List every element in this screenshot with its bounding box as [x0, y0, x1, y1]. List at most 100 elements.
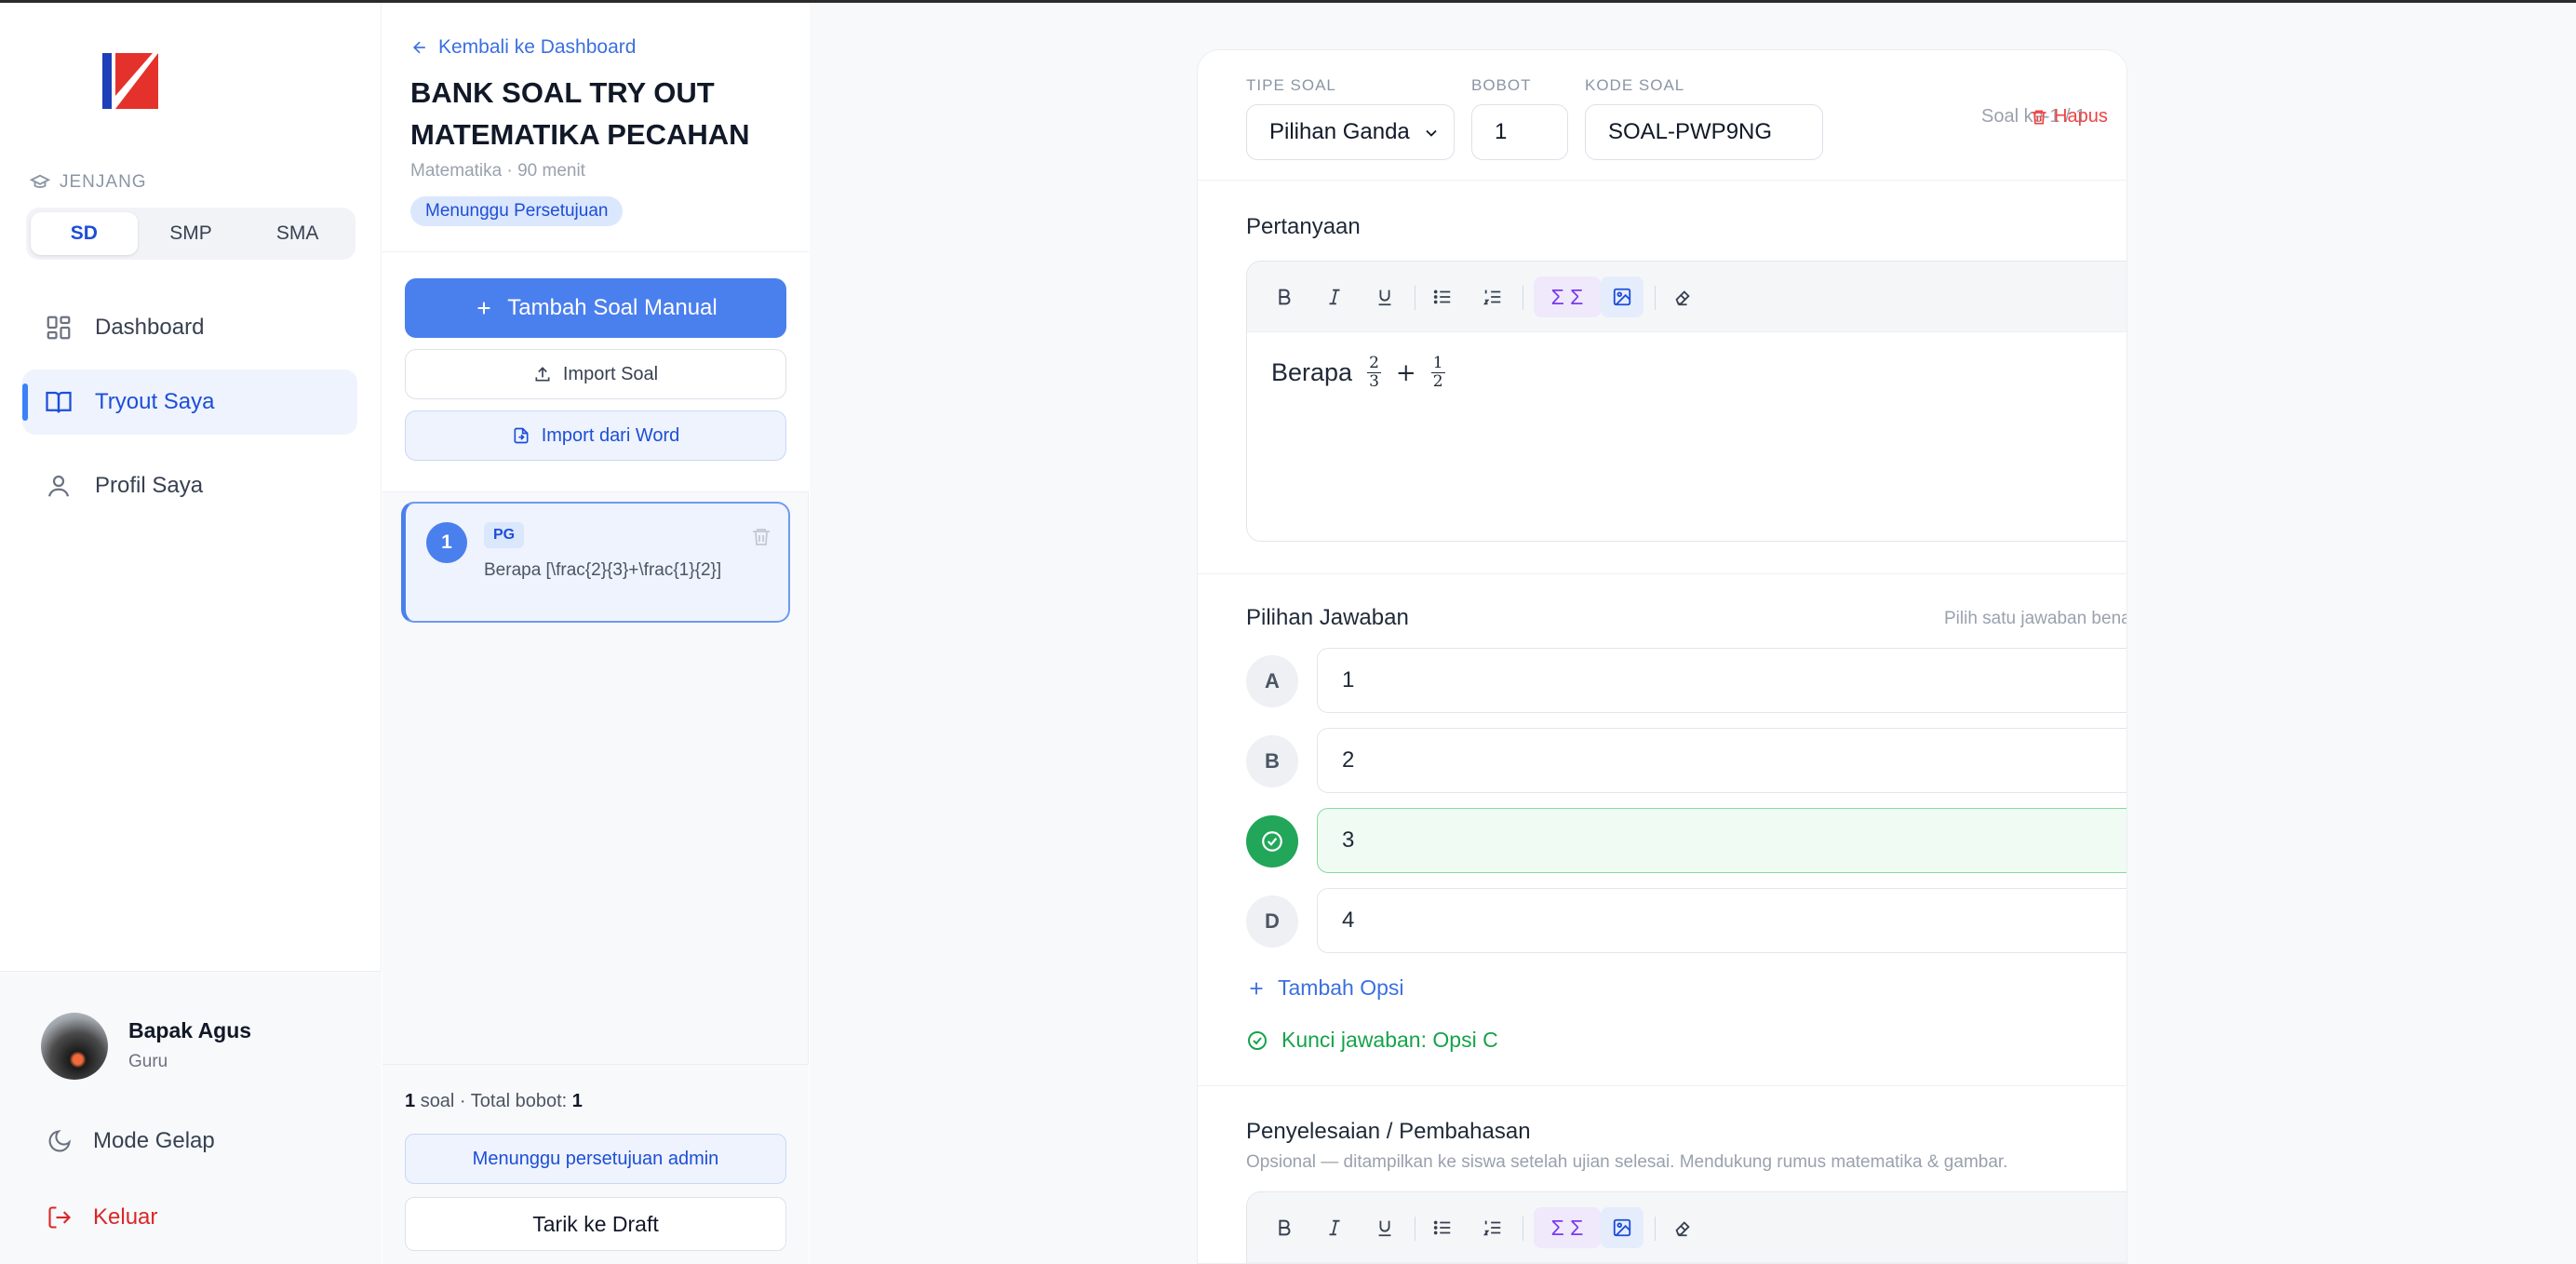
sidebar-footer: Bapak Agus Guru Mode Gelap Keluar: [0, 971, 382, 1264]
underline-button[interactable]: [1368, 1211, 1402, 1244]
import-from-word-button[interactable]: Import dari Word: [405, 410, 786, 461]
moon-icon: [48, 1130, 71, 1152]
chevron-down-icon: [1426, 129, 1437, 137]
italic-icon: [1329, 289, 1340, 305]
option-input-d[interactable]: 4: [1317, 888, 2127, 953]
eraser-icon: [1675, 1221, 1690, 1237]
app-logo[interactable]: [99, 49, 162, 113]
question-preview-text: Berapa [\frac{2}{3}+\frac{1}{2}]: [484, 560, 722, 580]
weight-input[interactable]: 1: [1471, 104, 1568, 160]
numbered-list-button[interactable]: [1476, 280, 1509, 314]
panel-actions: Tambah Soal Manual Import Soal Import da…: [382, 252, 809, 492]
user-role: Guru: [128, 1052, 168, 1071]
graduation-cap-icon: [30, 174, 50, 188]
add-manual-question-button[interactable]: Tambah Soal Manual: [405, 278, 786, 338]
question-code-input[interactable]: SOAL-PWP9NG: [1585, 104, 1823, 160]
question-section-title: Pertanyaan: [1246, 214, 1361, 239]
main-content: TIPE SOAL Pilihan Ganda BOBOT 1 KODE SOA…: [810, 3, 2576, 1264]
option-input-b[interactable]: 2: [1317, 728, 2127, 793]
math-formula-button[interactable]: Σ Σ: [1534, 276, 1601, 317]
level-smp[interactable]: SMP: [138, 212, 245, 255]
answer-key-info: Kunci jawaban: Opsi C: [1246, 1028, 1498, 1053]
trash-icon: [2032, 110, 2046, 124]
clear-format-button[interactable]: [1666, 1211, 1699, 1244]
clear-format-button[interactable]: [1666, 280, 1699, 314]
bullet-list-icon: [1433, 289, 1451, 304]
nav-dashboard[interactable]: Dashboard: [22, 295, 357, 360]
question-list-item[interactable]: 1 PG Berapa [\frac{2}{3}+\frac{1}{2}]: [401, 502, 790, 623]
option-letter-b[interactable]: B: [1246, 735, 1298, 787]
insert-image-button[interactable]: [1601, 276, 1644, 317]
numbered-list-button[interactable]: [1476, 1211, 1509, 1244]
logout-button[interactable]: Keluar: [47, 1204, 157, 1230]
bobot-label: BOBOT: [1471, 76, 1532, 94]
italic-button[interactable]: [1318, 280, 1351, 314]
math-formula-button[interactable]: Σ Σ: [1534, 1207, 1601, 1248]
file-import-icon: [514, 427, 529, 444]
numbered-list-icon: [1483, 289, 1501, 305]
image-icon: [1613, 1218, 1631, 1237]
option-input-c[interactable]: 3: [1317, 808, 2127, 873]
dark-mode-toggle[interactable]: Mode Gelap: [47, 1128, 215, 1154]
panel-header: Kembali ke Dashboard BANK SOAL TRY OUT M…: [382, 3, 809, 252]
grid-icon: [47, 316, 71, 340]
arrow-left-icon: [412, 41, 425, 54]
question-list-panel: Kembali ke Dashboard BANK SOAL TRY OUT M…: [382, 3, 809, 1264]
fraction: 12: [1430, 354, 1445, 391]
option-input-a[interactable]: 1: [1317, 648, 2127, 713]
option-letter-d[interactable]: D: [1246, 895, 1298, 948]
trash-icon[interactable]: [750, 526, 772, 548]
page-title: BANK SOAL TRY OUT MATEMATIKA PECAHAN: [410, 76, 750, 151]
underline-button[interactable]: [1368, 280, 1402, 314]
import-question-button[interactable]: Import Soal: [405, 349, 786, 399]
nav-tryout-saya[interactable]: Tryout Saya: [22, 370, 357, 435]
jenjang-label: JENJANG: [30, 172, 147, 193]
insert-image-button[interactable]: [1601, 1207, 1644, 1248]
waiting-approval-button[interactable]: Menunggu persetujuan admin: [405, 1134, 786, 1184]
tipe-soal-label: TIPE SOAL: [1246, 76, 1336, 94]
question-type-tag: PG: [484, 522, 525, 548]
eraser-icon: [1675, 290, 1690, 306]
question-meta-row: TIPE SOAL Pilihan Ganda BOBOT 1 KODE SOA…: [1198, 50, 2127, 181]
level-sd[interactable]: SD: [31, 212, 138, 255]
question-rich-editor: Σ Σ Berapa 23 + 12: [1246, 261, 2127, 542]
italic-button[interactable]: [1318, 1211, 1351, 1244]
answer-options-hint: Pilih satu jawaban benar: [1944, 609, 2127, 628]
answer-options-title: Pilihan Jawaban: [1246, 605, 1409, 630]
underline-icon: [1378, 289, 1391, 306]
bullet-list-button[interactable]: [1426, 1211, 1459, 1244]
level-sma[interactable]: SMA: [244, 212, 351, 255]
check-circle-icon: [1262, 831, 1282, 852]
nav-profil-saya[interactable]: Profil Saya: [22, 453, 357, 518]
section-divider: [1198, 573, 2127, 574]
solution-section-title: Penyelesaian / Pembahasan: [1246, 1119, 1531, 1144]
bullet-list-icon: [1433, 1220, 1451, 1235]
image-icon: [1613, 288, 1631, 306]
question-editor-content[interactable]: Berapa 23 + 12: [1247, 332, 2127, 413]
sidebar: JENJANG SD SMP SMA Dashboard Tryout Saya…: [0, 3, 382, 1264]
question-type-select[interactable]: Pilihan Ganda: [1246, 104, 1455, 160]
page-subtitle: Matematika · 90 menit: [410, 161, 585, 181]
bold-button[interactable]: [1268, 1211, 1301, 1244]
fraction: 23: [1367, 354, 1381, 391]
level-segmented-control: SD SMP SMA: [26, 208, 356, 260]
bold-button[interactable]: [1268, 280, 1301, 314]
add-option-button[interactable]: Tambah Opsi: [1246, 975, 1404, 1001]
option-c-correct-marker[interactable]: [1246, 815, 1298, 867]
logout-icon: [48, 1206, 71, 1229]
user-name: Bapak Agus: [128, 1018, 252, 1042]
option-letter-a[interactable]: A: [1246, 655, 1298, 707]
underline-icon: [1378, 1220, 1391, 1237]
solution-section-description: Opsional — ditampilkan ke siswa setelah …: [1246, 1152, 2008, 1172]
plus-icon: [1250, 982, 1263, 994]
check-circle-icon: [1248, 1030, 1267, 1050]
editor-toolbar: Σ Σ: [1247, 262, 2127, 332]
pull-to-draft-button[interactable]: Tarik ke Draft: [405, 1197, 786, 1251]
kode-soal-label: KODE SOAL: [1585, 76, 1685, 94]
solution-rich-editor: Σ Σ: [1246, 1191, 2127, 1263]
section-divider: [1198, 1085, 2127, 1086]
back-to-dashboard-link[interactable]: Kembali ke Dashboard: [410, 36, 636, 59]
bullet-list-button[interactable]: [1426, 280, 1459, 314]
toolbar-divider: [1655, 286, 1656, 310]
delete-question-button[interactable]: Hapus: [2030, 106, 2108, 128]
